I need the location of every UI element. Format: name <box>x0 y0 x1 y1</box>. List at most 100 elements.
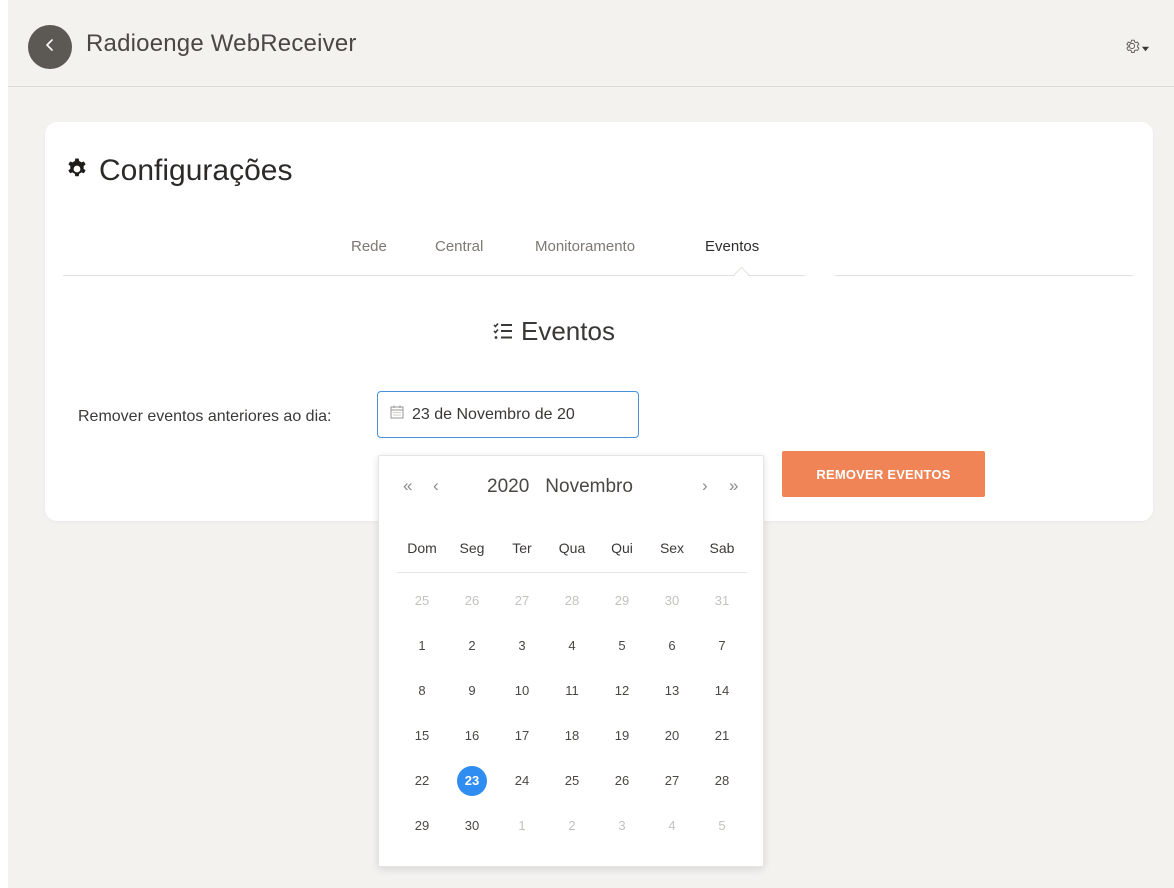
weekday-label: Seg <box>459 540 485 556</box>
calendar-day[interactable]: 19 <box>597 713 647 758</box>
calendar-day[interactable]: 29 <box>597 578 647 623</box>
calendar-day[interactable]: 4 <box>547 623 597 668</box>
prev-year-button[interactable]: « <box>403 476 412 496</box>
day-number: 23 <box>457 765 487 796</box>
calendar-day[interactable]: 26 <box>447 578 497 623</box>
calendar-day[interactable]: 25 <box>547 758 597 803</box>
settings-menu[interactable] <box>1123 37 1150 60</box>
app-window: Radioenge WebReceiver Configurações Rede… <box>8 0 1174 888</box>
day-number: 2 <box>468 638 476 653</box>
calendar-day[interactable]: 31 <box>697 578 747 623</box>
calendar-day[interactable]: 11 <box>547 668 597 713</box>
day-number: 17 <box>514 728 530 743</box>
calendar-day[interactable]: 16 <box>447 713 497 758</box>
remove-events-label: Remover eventos anteriores ao dia: <box>78 408 332 425</box>
year-selector[interactable]: 2020 <box>487 476 529 497</box>
tab-underline <box>63 275 805 276</box>
calendar-day[interactable]: 15 <box>397 713 447 758</box>
calendar-day[interactable]: 17 <box>497 713 547 758</box>
calendar-day[interactable]: 30 <box>447 803 497 848</box>
day-number: 22 <box>414 773 430 788</box>
calendar-day[interactable]: 29 <box>397 803 447 848</box>
calendar-day[interactable]: 27 <box>497 578 547 623</box>
day-number: 30 <box>664 593 680 608</box>
weekday-label: Qui <box>611 540 633 556</box>
day-number: 10 <box>514 683 530 698</box>
next-month-button[interactable]: › <box>702 476 708 496</box>
date-picker-popup: « ‹ 2020 Novembro › » Dom Seg Ter Qua Qui Sex S… <box>378 455 764 867</box>
day-number: 5 <box>718 818 726 833</box>
day-number: 4 <box>568 638 576 653</box>
calendar-day[interactable]: 3 <box>597 803 647 848</box>
day-number: 5 <box>618 638 626 653</box>
day-number: 11 <box>565 683 579 698</box>
calendar-day[interactable]: 28 <box>547 578 597 623</box>
header: Radioenge WebReceiver <box>8 0 1174 87</box>
calendar-day[interactable]: 9 <box>447 668 497 713</box>
calendar-day[interactable]: 1 <box>397 623 447 668</box>
calendar-day[interactable]: 5 <box>597 623 647 668</box>
day-number: 19 <box>614 728 630 743</box>
day-number: 1 <box>418 638 426 653</box>
calendar-day[interactable]: 6 <box>647 623 697 668</box>
tab-eventos[interactable]: Eventos <box>705 238 759 255</box>
calendar-day[interactable]: 14 <box>697 668 747 713</box>
calendar-day[interactable]: 20 <box>647 713 697 758</box>
cog-icon <box>65 154 89 188</box>
section-heading: Eventos <box>493 316 615 347</box>
month-year-label: 2020 Novembro <box>487 476 633 498</box>
day-number: 27 <box>514 593 530 608</box>
calendar-day[interactable]: 28 <box>697 758 747 803</box>
calendar-day[interactable]: 1 <box>497 803 547 848</box>
calendar-day[interactable]: 13 <box>647 668 697 713</box>
next-year-button[interactable]: » <box>729 476 738 496</box>
calendar-day[interactable]: 8 <box>397 668 447 713</box>
day-number: 8 <box>418 683 426 698</box>
calendar-day[interactable]: 30 <box>647 578 697 623</box>
calendar-day[interactable]: 21 <box>697 713 747 758</box>
back-button[interactable] <box>28 25 72 69</box>
day-number: 2 <box>568 818 576 833</box>
checklist-icon <box>493 316 513 347</box>
calendar-day[interactable]: 2 <box>447 623 497 668</box>
day-number: 6 <box>668 638 676 653</box>
selected-day[interactable]: 23 <box>447 758 497 803</box>
prev-month-button[interactable]: ‹ <box>433 476 439 496</box>
calendar-day[interactable]: 10 <box>497 668 547 713</box>
tab-central[interactable]: Central <box>435 238 483 255</box>
weekday-label: Sex <box>659 540 685 556</box>
calendar-day[interactable]: 7 <box>697 623 747 668</box>
calendar-day[interactable]: 4 <box>647 803 697 848</box>
remove-events-button[interactable]: REMOVER EVENTOS <box>782 451 985 497</box>
tab-rede[interactable]: Rede <box>351 238 387 255</box>
calendar-day[interactable]: 24 <box>497 758 547 803</box>
day-number: 4 <box>668 818 676 833</box>
calendar-day[interactable]: 5 <box>697 803 747 848</box>
day-number: 7 <box>718 638 726 653</box>
calendar-day[interactable]: 22 <box>397 758 447 803</box>
date-input-value: 23 de Novembro de 20 <box>412 405 575 423</box>
calendar-day[interactable]: 18 <box>547 713 597 758</box>
weekday-label: Dom <box>407 540 437 556</box>
day-number: 29 <box>414 818 430 833</box>
tab-monitoramento[interactable]: Monitoramento <box>535 238 635 255</box>
calendar-day[interactable]: 2 <box>547 803 597 848</box>
day-number: 28 <box>714 773 730 788</box>
date-input[interactable]: 23 de Novembro de 20 <box>377 391 639 438</box>
weekday-label: Ter <box>512 540 532 556</box>
weekday-label: Sab <box>709 540 735 556</box>
gear-icon <box>1123 37 1141 60</box>
calendar-day[interactable]: 12 <box>597 668 647 713</box>
app-title: Radioenge WebReceiver <box>86 30 357 57</box>
month-selector[interactable]: Novembro <box>545 476 633 497</box>
day-number: 28 <box>564 593 580 608</box>
calendar-day[interactable]: 3 <box>497 623 547 668</box>
day-number: 18 <box>564 728 580 743</box>
day-number: 3 <box>518 638 526 653</box>
calendar-day[interactable]: 27 <box>647 758 697 803</box>
day-number: 9 <box>468 683 476 698</box>
day-number: 21 <box>714 728 730 743</box>
calendar-day[interactable]: 25 <box>397 578 447 623</box>
calendar-day[interactable]: 26 <box>597 758 647 803</box>
active-tab-indicator <box>733 266 750 283</box>
